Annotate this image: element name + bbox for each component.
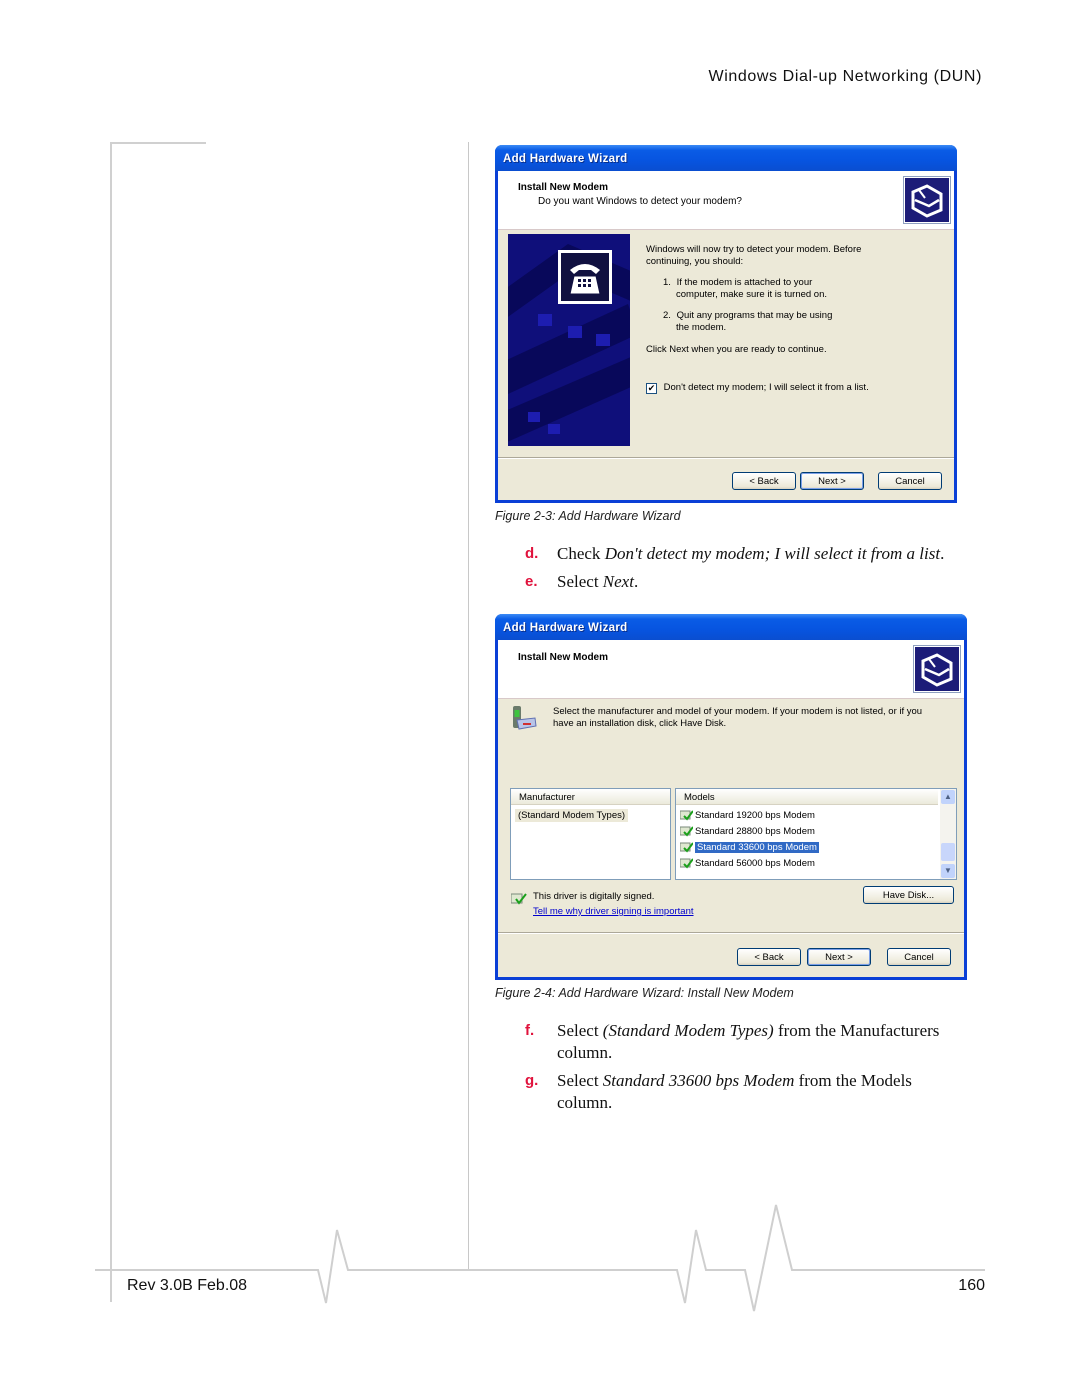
- manufacturer-column-header[interactable]: Manufacturer: [511, 789, 670, 805]
- checkbox-label: Don't detect my modem; I will select it …: [663, 382, 869, 393]
- scroll-up-button[interactable]: ▲: [941, 790, 955, 804]
- scroll-thumb[interactable]: [941, 843, 955, 861]
- figure-caption-2-4: Figure 2-4: Add Hardware Wizard: Install…: [495, 986, 794, 1000]
- footer-revision: Rev 3.0B Feb.08: [127, 1277, 248, 1294]
- continue-text: Click Next when you are ready to continu…: [646, 344, 827, 355]
- model-label: Standard 19200 bps Modem: [695, 810, 815, 821]
- list-item-2: 2. Quit any programs that may be using t…: [663, 310, 893, 334]
- models-column-header[interactable]: Models: [676, 789, 938, 805]
- hardware-icon: [913, 645, 961, 693]
- signed-driver-icon: [679, 842, 694, 853]
- hardware-icon: [903, 176, 951, 224]
- list-text: If the modem is attached to your: [676, 277, 813, 288]
- step-f: f. Select (Standard Modem Types) from th…: [525, 1020, 985, 1066]
- digitally-signed-icon: [510, 892, 527, 910]
- wizard-subheading: Do you want Windows to detect your modem…: [538, 196, 742, 207]
- signed-driver-icon: [679, 810, 694, 821]
- step-text: .: [940, 544, 945, 563]
- instruction-text: Select the manufacturer and model of you…: [553, 706, 922, 730]
- scroll-down-button[interactable]: ▼: [941, 864, 955, 878]
- telephone-icon: [558, 250, 612, 304]
- column-divider: [468, 142, 469, 1270]
- step-text: Select: [557, 1021, 603, 1040]
- wizard-heading: Install New Modem: [518, 652, 609, 663]
- step-ui-term: Don't detect my modem; I will select it …: [604, 544, 941, 563]
- figure-caption-2-3: Figure 2-3: Add Hardware Wizard: [495, 509, 681, 523]
- step-text: .: [633, 572, 639, 591]
- button-separator: [498, 932, 964, 934]
- button-separator: [498, 457, 954, 459]
- model-item-selected[interactable]: Standard 33600 bps Modem: [679, 841, 819, 854]
- signed-driver-icon: [679, 858, 694, 869]
- model-label: Standard 28800 bps Modem: [695, 826, 815, 837]
- checkbox-checked-icon[interactable]: ✔: [646, 383, 657, 394]
- signed-text: This driver is digitally signed.: [533, 891, 655, 902]
- wizard-side-banner: [508, 234, 630, 446]
- list-number: 2.: [663, 310, 671, 321]
- model-item[interactable]: Standard 28800 bps Modem: [679, 825, 815, 838]
- step-g: g. Select Standard 33600 bps Modem from …: [525, 1070, 985, 1116]
- list-number: 1.: [663, 277, 671, 288]
- step-e: e. Select Next.: [525, 571, 985, 595]
- manufacturer-item-standard[interactable]: (Standard Modem Types): [515, 809, 629, 822]
- step-text: Select: [557, 1071, 603, 1090]
- window-title-bar[interactable]: Add Hardware Wizard: [495, 145, 957, 171]
- wizard-header: Install New Modem: [498, 640, 964, 699]
- step-ui-term: Next: [602, 572, 634, 591]
- model-label: Standard 33600 bps Modem: [695, 842, 819, 853]
- back-button[interactable]: < Back: [732, 472, 796, 490]
- next-button[interactable]: Next >: [800, 472, 864, 490]
- window-title-bar[interactable]: Add Hardware Wizard: [495, 614, 967, 640]
- step-d: d. Check Don't detect my modem; I will s…: [525, 543, 985, 567]
- wizard-heading: Install New Modem: [518, 182, 609, 193]
- running-header: Windows Dial-up Networking (DUN): [708, 68, 982, 85]
- list-item-1: 1. If the modem is attached to your comp…: [663, 277, 893, 301]
- instruction-line: Select the manufacturer and model of you…: [553, 706, 923, 717]
- list-text: computer, make sure it is turned on.: [676, 289, 828, 300]
- step-label: g.: [525, 1072, 539, 1089]
- next-button[interactable]: Next >: [807, 948, 871, 966]
- step-text: Check: [557, 544, 605, 563]
- intro-text: Windows will now try to detect your mode…: [646, 244, 862, 267]
- signed-driver-icon: [679, 826, 694, 837]
- frame-top-rule: [110, 142, 206, 144]
- model-label: Standard 56000 bps Modem: [695, 858, 815, 869]
- step-label: f.: [525, 1022, 535, 1039]
- driver-signing-link[interactable]: Tell me why driver signing is important: [533, 906, 694, 917]
- add-hardware-wizard-window-1: Add Hardware Wizard Install New Modem Do…: [495, 145, 957, 503]
- model-item[interactable]: Standard 19200 bps Modem: [679, 809, 815, 822]
- cancel-button[interactable]: Cancel: [878, 472, 942, 490]
- step-ui-term: (Standard Modem Types): [602, 1021, 774, 1040]
- step-ui-term: Standard 33600 bps Modem: [602, 1071, 795, 1090]
- wizard-header: Install New Modem Do you want Windows to…: [498, 171, 954, 230]
- dont-detect-checkbox[interactable]: ✔ Don't detect my modem; I will select i…: [646, 382, 869, 394]
- models-listbox[interactable]: Models Standard 19200 bps Modem Standard…: [675, 788, 957, 880]
- manufacturer-listbox[interactable]: Manufacturer (Standard Modem Types): [510, 788, 671, 880]
- back-button[interactable]: < Back: [737, 948, 801, 966]
- add-hardware-wizard-window-2: Add Hardware Wizard Install New Modem Se…: [495, 614, 967, 980]
- frame-left-rule: [110, 142, 112, 1302]
- step-text: Select: [557, 572, 603, 591]
- model-item[interactable]: Standard 56000 bps Modem: [679, 857, 815, 870]
- step-label: e.: [525, 573, 538, 590]
- instruction-line: have an installation disk, click Have Di…: [553, 718, 727, 729]
- list-text: Quit any programs that may be using: [676, 310, 833, 321]
- have-disk-button[interactable]: Have Disk...: [863, 886, 954, 904]
- cancel-button[interactable]: Cancel: [887, 948, 951, 966]
- step-label: d.: [525, 545, 539, 562]
- list-text: the modem.: [676, 322, 727, 333]
- footer-pulse-line: [95, 1204, 985, 1312]
- page-number: 160: [958, 1277, 985, 1294]
- models-scrollbar[interactable]: ▲ ▼: [940, 789, 956, 879]
- modem-phone-icon: [511, 704, 537, 732]
